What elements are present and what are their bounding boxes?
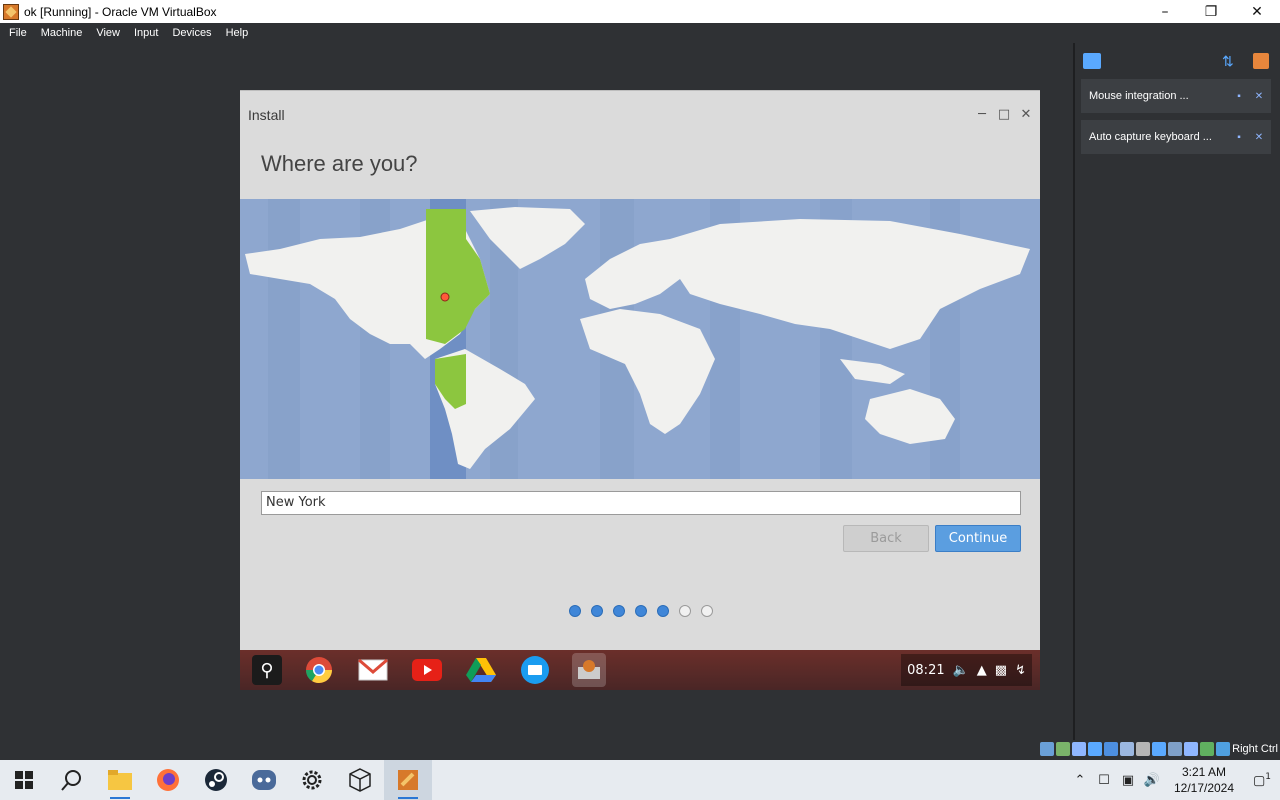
window-title: ok [Running] - Oracle VM VirtualBox [24, 4, 217, 19]
files-icon[interactable] [518, 653, 552, 687]
progress-dot [701, 605, 713, 617]
progress-dot [657, 605, 669, 617]
window-controls: – ❐ ✕ [1142, 0, 1280, 23]
power-icon[interactable]: ↯ [1015, 663, 1026, 678]
menu-help[interactable]: Help [221, 27, 254, 39]
gmail-icon[interactable] [356, 653, 390, 687]
chevron-up-icon[interactable]: ⌃ [1068, 773, 1092, 788]
search-icon[interactable]: ⚲ [252, 655, 282, 685]
shared-folders-icon[interactable] [1120, 742, 1134, 756]
guest-system-tray[interactable]: 08:21 🔈 ▲ ▩ ↯ [901, 654, 1032, 686]
windows-system-tray: ⌃ ☐ ▣ 🔊 3:21 AM 12/17/2024 ▢1 [1068, 760, 1280, 800]
menu-input[interactable]: Input [129, 27, 163, 39]
drive-icon[interactable] [464, 653, 498, 687]
progress-dots [569, 605, 713, 617]
status-icons [1040, 742, 1230, 756]
clock-time: 3:21 AM [1181, 765, 1227, 779]
start-button[interactable] [0, 760, 48, 800]
guest-taskbar: ⚲ 08:21 🔈 ▲ ▩ ↯ [240, 650, 1040, 690]
timezone-map[interactable] [240, 199, 1040, 479]
progress-dot [591, 605, 603, 617]
maximize-icon[interactable]: □ [996, 107, 1012, 122]
notifications-icon[interactable]: ▢1 [1244, 772, 1280, 788]
network-icon[interactable]: ▩ [995, 663, 1007, 678]
installer-window: Install ─ □ ✕ Where are you? New York Ba… [240, 90, 1040, 650]
youtube-icon[interactable] [410, 653, 444, 687]
firefox-icon[interactable] [144, 760, 192, 800]
notification-text: Auto capture keyboard ... [1089, 131, 1212, 143]
installer-title: Install [248, 107, 285, 123]
clock[interactable]: 3:21 AM 12/17/2024 [1164, 764, 1244, 796]
video-capture-icon[interactable] [1152, 742, 1166, 756]
virtualization-icon[interactable] [1168, 742, 1182, 756]
menu-file[interactable]: File [4, 27, 32, 39]
progress-dot [613, 605, 625, 617]
restore-button[interactable]: ❐ [1188, 0, 1234, 23]
mouse-integration-icon[interactable] [1184, 742, 1198, 756]
installer-icon[interactable] [572, 653, 606, 687]
host-key-icon[interactable] [1216, 742, 1230, 756]
menu-machine[interactable]: Machine [36, 27, 88, 39]
network-icon[interactable]: ▣ [1116, 773, 1140, 788]
notification-auto-capture[interactable]: Auto capture keyboard ... ▪ ✕ [1081, 120, 1271, 154]
installer-window-controls: ─ □ ✕ [974, 107, 1034, 122]
continue-button[interactable]: Continue [935, 525, 1021, 552]
back-button[interactable]: Back [843, 525, 929, 552]
notification-mouse-integration[interactable]: Mouse integration ... ▪ ✕ [1081, 79, 1271, 113]
windows-taskbar: ⌃ ☐ ▣ 🔊 3:21 AM 12/17/2024 ▢1 [0, 760, 1280, 800]
clock-date: 12/17/2024 [1173, 781, 1235, 795]
menu-view[interactable]: View [91, 27, 125, 39]
volume-icon[interactable]: 🔊 [1140, 773, 1164, 788]
minimize-button[interactable]: – [1142, 0, 1188, 23]
search-button[interactable] [48, 760, 96, 800]
notification-panel: ⇅ Mouse integration ... ▪ ✕ Auto capture… [1073, 43, 1280, 740]
keyboard-capture-icon[interactable] [1200, 742, 1214, 756]
sort-icon[interactable]: ⇅ [1222, 53, 1236, 69]
host-title-bar: ok [Running] - Oracle VM VirtualBox – ❐ … [0, 0, 1280, 23]
minimize-icon[interactable]: ─ [974, 107, 990, 122]
progress-dot [635, 605, 647, 617]
audio-icon[interactable] [1072, 742, 1086, 756]
notification-text: Mouse integration ... [1089, 90, 1189, 102]
settings-icon[interactable] [288, 760, 336, 800]
progress-dot [569, 605, 581, 617]
chrome-icon[interactable] [302, 653, 336, 687]
virtualbox-taskbar-icon[interactable] [384, 760, 432, 800]
optical-drive-icon[interactable] [1056, 742, 1070, 756]
steam-icon[interactable] [192, 760, 240, 800]
close-icon[interactable]: ✕ [1251, 132, 1267, 143]
vbox-status-bar: Right Ctrl [0, 740, 1280, 760]
usb-icon[interactable] [1104, 742, 1118, 756]
menu-bar: File Machine View Input Devices Help [0, 23, 1280, 43]
close-button[interactable]: ✕ [1234, 0, 1280, 23]
vbox-3d-icon[interactable] [336, 760, 384, 800]
virtualbox-icon [3, 3, 19, 20]
progress-dot [679, 605, 691, 617]
clear-all-icon[interactable] [1253, 53, 1269, 69]
close-icon[interactable]: ✕ [1018, 107, 1034, 122]
location-field[interactable]: New York [261, 491, 1021, 515]
notification-count: 1 [1265, 771, 1272, 782]
pin-icon[interactable]: ▪ [1231, 91, 1247, 102]
page-title: Where are you? [261, 151, 418, 176]
menu-devices[interactable]: Devices [167, 27, 216, 39]
volume-icon[interactable]: 🔈 [953, 663, 969, 678]
display-icon[interactable] [1136, 742, 1150, 756]
panel-toolbar: ⇅ [1075, 51, 1275, 71]
hard-disk-icon[interactable] [1040, 742, 1054, 756]
notification-center-icon[interactable] [1083, 53, 1101, 69]
penguin-icon[interactable]: ▲ [977, 663, 987, 678]
guest-clock: 08:21 [907, 662, 945, 678]
security-icon[interactable]: ☐ [1092, 773, 1116, 788]
file-explorer-icon[interactable] [96, 760, 144, 800]
pin-icon[interactable]: ▪ [1231, 132, 1247, 143]
close-icon[interactable]: ✕ [1251, 91, 1267, 102]
network-icon[interactable] [1088, 742, 1102, 756]
discord-icon[interactable] [240, 760, 288, 800]
host-key-label: Right Ctrl [1232, 743, 1278, 755]
world-map-graphic [245, 199, 1030, 479]
